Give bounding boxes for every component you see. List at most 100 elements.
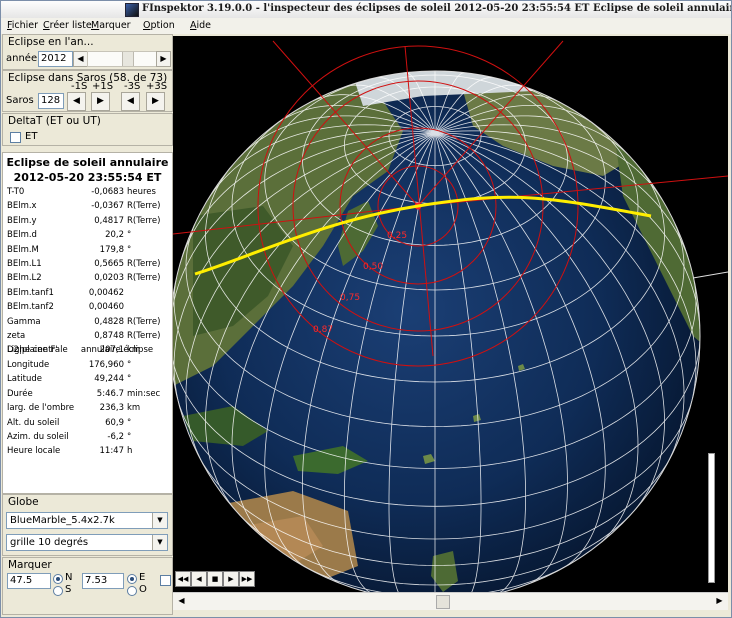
deltat-et-checkbox[interactable] xyxy=(10,132,21,143)
info-value: -0,0367 xyxy=(91,201,124,212)
info-key: BElm.tanf1 xyxy=(7,287,54,298)
info-value: 179,8 xyxy=(99,244,124,255)
texture-select[interactable]: BlueMarble_5.4x2.7k ▼ xyxy=(6,512,168,529)
play-icon[interactable]: ▶ xyxy=(223,571,239,587)
info-row: Gamma 0,4828 R(Terre) xyxy=(3,316,172,330)
eclipse-info-panel: Eclipse de soleil annulaire 2012-05-20 2… xyxy=(2,152,173,494)
marker-group-title: Marquer xyxy=(8,559,52,571)
menu-fichier-rest: ichier xyxy=(11,20,39,31)
menu-marquer[interactable]: Marquer xyxy=(91,20,131,31)
info-value: 49,244 xyxy=(94,374,124,385)
saros-prev1-button[interactable]: ◀ xyxy=(67,92,86,111)
menu-creer-liste[interactable]: Créer liste xyxy=(43,20,92,31)
saros-prev3-button[interactable]: ◀ xyxy=(121,92,140,111)
info-key: BElm.M xyxy=(7,244,39,255)
chevron-down-icon[interactable]: ▼ xyxy=(152,535,167,550)
eclipse-type-title: Eclipse de soleil annulaire xyxy=(6,156,169,169)
info-unit: min:sec xyxy=(127,388,161,399)
marker-longitude-input[interactable]: 7.53 xyxy=(82,573,124,589)
info-row: Longitude 176,960 ° xyxy=(3,359,172,373)
scroll-left-icon[interactable]: ◀ xyxy=(175,594,188,608)
year-input[interactable]: 2012 xyxy=(38,51,73,67)
menu-option[interactable]: Option xyxy=(143,20,175,31)
menu-marquer-accel: M xyxy=(91,20,100,31)
time-scrollbar[interactable]: ◀ ▶ xyxy=(173,592,728,610)
info-key: BElm.d xyxy=(7,230,37,241)
saros-plus3-label: +3S xyxy=(146,81,168,92)
contour-label-025: 0,25 xyxy=(387,231,407,241)
year-scroll-left-button[interactable]: ◀ xyxy=(73,51,88,67)
grid-select[interactable]: grille 10 degrés ▼ xyxy=(6,534,168,551)
saros-group-title: Eclipse dans Saros (58. de 73) xyxy=(8,72,168,84)
saros-next3-button[interactable]: ▶ xyxy=(146,92,165,111)
marker-lat-north-label: N xyxy=(65,572,73,583)
playback-controls: ◀◀ ◀ ■ ▶ ▶▶ xyxy=(173,569,257,589)
info-key: BElm.y xyxy=(7,215,37,226)
deltat-group-title: DeltaT (ET ou UT) xyxy=(8,115,101,127)
saros-minus3-label: -3S xyxy=(124,81,141,92)
contour-label-050: 0,50 xyxy=(363,262,383,272)
step-back-icon[interactable]: ◀ xyxy=(191,571,207,587)
info-key: Durée xyxy=(7,388,33,399)
info-unit: R(Terre) xyxy=(127,316,161,327)
saros-minus1-label: -1S xyxy=(71,81,88,92)
info-value: 0,4828 xyxy=(94,316,124,327)
info-value: 60,9 xyxy=(105,417,124,428)
info-row: BElm.L1 0,5665 R(Terre) xyxy=(3,258,172,272)
year-group: Eclipse en l'an... année 2012 ◀ ▶ xyxy=(2,34,173,70)
stop-icon[interactable]: ■ xyxy=(207,571,223,587)
globe-viewport[interactable]: 0,25 0,50 0,75 0,87 xyxy=(173,36,728,592)
marker-lat-north-radio[interactable] xyxy=(53,574,63,584)
grid-select-value: grille 10 degrés xyxy=(10,537,89,548)
central-line-value: annulaire éclipse xyxy=(80,345,154,355)
info-row: BElm.L2 0,0203 R(Terre) xyxy=(3,272,172,286)
fast-forward-icon[interactable]: ▶▶ xyxy=(239,571,255,587)
marker-show-checkbox[interactable] xyxy=(160,575,171,586)
info-key: BElm.tanf2 xyxy=(7,302,54,313)
info-value: 236,3 xyxy=(99,403,124,414)
year-label: année xyxy=(6,53,38,64)
info-row: T-T0 -0,0683 heures xyxy=(3,186,172,200)
zoom-slider-track[interactable] xyxy=(708,453,715,583)
time-scrollbar-thumb[interactable] xyxy=(436,595,450,609)
year-slider-thumb[interactable] xyxy=(122,52,134,66)
info-unit: ° xyxy=(127,374,132,385)
marker-latitude-input[interactable]: 47.5 xyxy=(7,573,51,589)
sun-direction-line xyxy=(692,271,728,279)
marker-lon-east-radio[interactable] xyxy=(127,574,137,584)
year-slider-track[interactable] xyxy=(87,51,157,67)
window-title: FInspektor 3.19.0.0 - l'inspecteur des é… xyxy=(142,3,732,14)
zoom-slider[interactable] xyxy=(700,449,727,591)
app-icon xyxy=(125,3,139,17)
info-key: Alt. du soleil xyxy=(7,417,60,428)
central-line-row: Ligne centrale annulaire éclipse xyxy=(3,344,172,358)
rewind-icon[interactable]: ◀◀ xyxy=(175,571,191,587)
marker-lon-east-label: E xyxy=(139,572,146,583)
info-key: BElm.L1 xyxy=(7,259,42,269)
info-value: 11:47 xyxy=(99,446,125,457)
info-value: -6,2 xyxy=(107,432,124,442)
menu-aide[interactable]: Aide xyxy=(190,20,211,31)
marker-lat-south-radio[interactable] xyxy=(53,586,63,596)
chevron-down-icon[interactable]: ▼ xyxy=(152,513,167,528)
year-scroll-right-button[interactable]: ▶ xyxy=(156,51,171,67)
scroll-right-icon[interactable]: ▶ xyxy=(713,594,726,608)
marker-lon-west-radio[interactable] xyxy=(127,586,137,596)
info-value: 0,0203 xyxy=(94,273,124,284)
info-key: zeta xyxy=(7,331,26,341)
texture-select-value: BlueMarble_5.4x2.7k xyxy=(10,515,115,526)
menu-marquer-rest: arquer xyxy=(99,20,131,31)
info-value: -0,0683 xyxy=(91,187,124,197)
left-panel: Eclipse en l'an... année 2012 ◀ ▶ Eclips… xyxy=(1,34,173,617)
info-row: Durée 5:46.7 min:sec xyxy=(3,388,172,402)
info-row: Azim. du soleil -6,2 ° xyxy=(3,431,172,445)
marker-lon-west-label: O xyxy=(139,584,147,595)
menu-fichier[interactable]: Fichier xyxy=(7,20,38,31)
info-row: BElm.d 20,2 ° xyxy=(3,229,172,243)
saros-input[interactable]: 128 xyxy=(38,93,64,109)
info-row: BElm.y 0,4817 R(Terre) xyxy=(3,215,172,229)
info-key: Heure locale xyxy=(7,446,61,457)
saros-next1-button[interactable]: ▶ xyxy=(91,92,110,111)
globe-canvas[interactable]: 0,25 0,50 0,75 0,87 xyxy=(173,36,728,592)
info-unit: R(Terre) xyxy=(127,331,161,341)
